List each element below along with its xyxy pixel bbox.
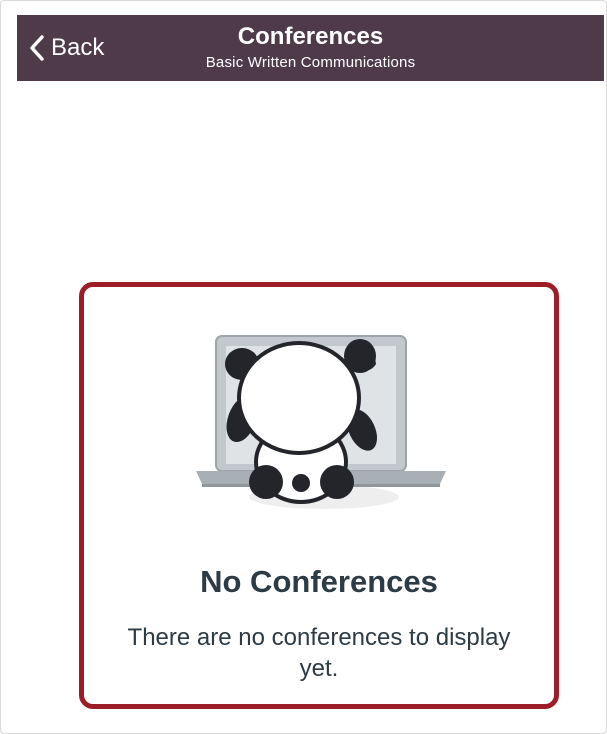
chevron-left-icon <box>29 34 45 62</box>
empty-state-message: There are no conferences to display yet. <box>127 624 511 682</box>
empty-state-panel: No Conferences There are no conferences … <box>79 282 559 709</box>
panda-laptop-illustration <box>184 322 459 517</box>
back-button[interactable]: Back <box>29 15 104 81</box>
back-label: Back <box>51 34 105 61</box>
nav-title-group: Conferences Basic Written Communications <box>17 23 604 73</box>
empty-state-title: No Conferences <box>200 564 438 599</box>
page-title: Conferences <box>237 23 384 50</box>
navigation-bar: Back Conferences Basic Written Communica… <box>17 15 604 81</box>
course-subtitle: Basic Written Communications <box>205 54 416 71</box>
app-screen: Back Conferences Basic Written Communica… <box>0 0 607 734</box>
